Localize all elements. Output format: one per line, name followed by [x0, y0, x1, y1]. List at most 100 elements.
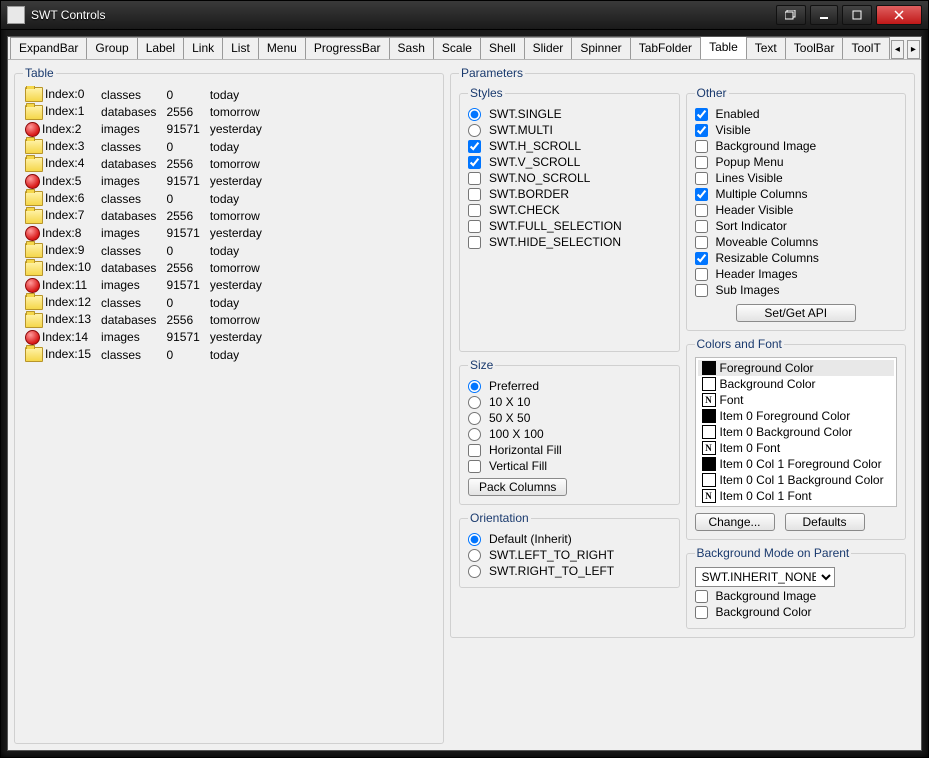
- input[interactable]: [695, 284, 708, 297]
- check-header-visible[interactable]: Header Visible: [695, 202, 898, 218]
- check-swt-full-selection[interactable]: SWT.FULL_SELECTION: [468, 218, 671, 234]
- input[interactable]: [468, 428, 481, 441]
- input[interactable]: [695, 236, 708, 249]
- color-item[interactable]: Item 0 Background Color: [698, 424, 895, 440]
- check-enabled[interactable]: Enabled: [695, 106, 898, 122]
- check-swt-no-scroll[interactable]: SWT.NO_SCROLL: [468, 170, 671, 186]
- input[interactable]: [695, 606, 708, 619]
- input[interactable]: [468, 444, 481, 457]
- check-swt-h-scroll[interactable]: SWT.H_SCROLL: [468, 138, 671, 154]
- table-row[interactable]: Index:7databases2556tomorrow: [23, 207, 270, 224]
- check-swt-border[interactable]: SWT.BORDER: [468, 186, 671, 202]
- input[interactable]: [468, 188, 481, 201]
- check-resizable-columns[interactable]: Resizable Columns: [695, 250, 898, 266]
- color-item[interactable]: Item 0 Col 1 Background Color: [698, 472, 895, 488]
- radio-default-inherit-[interactable]: Default (Inherit): [468, 531, 671, 547]
- change-button[interactable]: Change...: [695, 513, 775, 531]
- radio-100-x-100[interactable]: 100 X 100: [468, 426, 671, 442]
- tab-menu[interactable]: Menu: [258, 37, 306, 59]
- check-sub-images[interactable]: Sub Images: [695, 282, 898, 298]
- table-row[interactable]: Index:1databases2556tomorrow: [23, 103, 270, 120]
- input[interactable]: [695, 172, 708, 185]
- restore-down-button[interactable]: [776, 5, 806, 25]
- radio-swt-right-to-left[interactable]: SWT.RIGHT_TO_LEFT: [468, 563, 671, 579]
- input[interactable]: [695, 268, 708, 281]
- input[interactable]: [695, 140, 708, 153]
- check-vertical-fill[interactable]: Vertical Fill: [468, 458, 671, 474]
- input[interactable]: [468, 124, 481, 137]
- tab-tabfolder[interactable]: TabFolder: [630, 37, 701, 59]
- tab-spinner[interactable]: Spinner: [571, 37, 630, 59]
- input[interactable]: [468, 220, 481, 233]
- tab-scroll-left[interactable]: ◂: [891, 40, 904, 59]
- table-row[interactable]: Index:13databases2556tomorrow: [23, 311, 270, 328]
- table-row[interactable]: Index:4databases2556tomorrow: [23, 155, 270, 172]
- radio-10-x-10[interactable]: 10 X 10: [468, 394, 671, 410]
- color-item[interactable]: NItem 0 Col 1 Font: [698, 488, 895, 504]
- input[interactable]: [695, 204, 708, 217]
- table-row[interactable]: Index:15classes0today: [23, 346, 270, 363]
- radio-50-x-50[interactable]: 50 X 50: [468, 410, 671, 426]
- check-background-image[interactable]: Background Image: [695, 588, 898, 604]
- input[interactable]: [695, 156, 708, 169]
- tab-toolbar[interactable]: ToolBar: [785, 37, 844, 59]
- table-row[interactable]: Index:9classes0today: [23, 242, 270, 259]
- tab-expandbar[interactable]: ExpandBar: [10, 37, 87, 59]
- pack-columns-button[interactable]: Pack Columns: [468, 478, 567, 496]
- color-item[interactable]: Foreground Color: [698, 360, 895, 376]
- check-visible[interactable]: Visible: [695, 122, 898, 138]
- radio-swt-single[interactable]: SWT.SINGLE: [468, 106, 671, 122]
- input[interactable]: [695, 108, 708, 121]
- set-get-api-button[interactable]: Set/Get API: [736, 304, 856, 322]
- radio-swt-left-to-right[interactable]: SWT.LEFT_TO_RIGHT: [468, 547, 671, 563]
- check-sort-indicator[interactable]: Sort Indicator: [695, 218, 898, 234]
- colors-listbox[interactable]: Foreground ColorBackground ColorNFontIte…: [695, 357, 898, 507]
- tab-link[interactable]: Link: [183, 37, 223, 59]
- tab-scale[interactable]: Scale: [433, 37, 481, 59]
- input[interactable]: [695, 124, 708, 137]
- tab-progressbar[interactable]: ProgressBar: [305, 37, 390, 59]
- radio-preferred[interactable]: Preferred: [468, 378, 671, 394]
- input[interactable]: [468, 140, 481, 153]
- defaults-button[interactable]: Defaults: [785, 513, 865, 531]
- table-row[interactable]: Index:2images91571yesterday: [23, 121, 270, 138]
- tab-group[interactable]: Group: [86, 37, 137, 59]
- tab-list[interactable]: List: [222, 37, 259, 59]
- input[interactable]: [468, 533, 481, 546]
- maximize-button[interactable]: [842, 5, 872, 25]
- check-background-color[interactable]: Background Color: [695, 604, 898, 620]
- input[interactable]: [695, 220, 708, 233]
- color-item[interactable]: Item 0 Foreground Color: [698, 408, 895, 424]
- check-horizontal-fill[interactable]: Horizontal Fill: [468, 442, 671, 458]
- color-item[interactable]: Item 0 Col 1 Foreground Color: [698, 456, 895, 472]
- table-row[interactable]: Index:3classes0today: [23, 138, 270, 155]
- tab-shell[interactable]: Shell: [480, 37, 525, 59]
- table-row[interactable]: Index:0classes0today: [23, 86, 270, 103]
- input[interactable]: [468, 172, 481, 185]
- tab-toolt[interactable]: ToolT: [842, 37, 889, 59]
- input[interactable]: [695, 252, 708, 265]
- tab-scroll-right[interactable]: ▸: [907, 40, 920, 59]
- check-swt-check[interactable]: SWT.CHECK: [468, 202, 671, 218]
- tab-sash[interactable]: Sash: [389, 37, 434, 59]
- tab-table[interactable]: Table: [700, 37, 747, 60]
- check-popup-menu[interactable]: Popup Menu: [695, 154, 898, 170]
- table-row[interactable]: Index:8images91571yesterday: [23, 225, 270, 242]
- color-item[interactable]: NFont: [698, 392, 895, 408]
- input[interactable]: [468, 549, 481, 562]
- input[interactable]: [468, 204, 481, 217]
- input[interactable]: [468, 396, 481, 409]
- input[interactable]: [468, 108, 481, 121]
- table-row[interactable]: Index:10databases2556tomorrow: [23, 259, 270, 276]
- input[interactable]: [695, 590, 708, 603]
- tab-text[interactable]: Text: [746, 37, 786, 59]
- table-row[interactable]: Index:5images91571yesterday: [23, 173, 270, 190]
- input[interactable]: [468, 156, 481, 169]
- check-swt-v-scroll[interactable]: SWT.V_SCROLL: [468, 154, 671, 170]
- color-item[interactable]: Background Color: [698, 376, 895, 392]
- input[interactable]: [468, 412, 481, 425]
- table-row[interactable]: Index:12classes0today: [23, 294, 270, 311]
- color-item[interactable]: NItem 0 Font: [698, 440, 895, 456]
- minimize-button[interactable]: [810, 5, 838, 25]
- titlebar[interactable]: SWT Controls: [1, 1, 928, 30]
